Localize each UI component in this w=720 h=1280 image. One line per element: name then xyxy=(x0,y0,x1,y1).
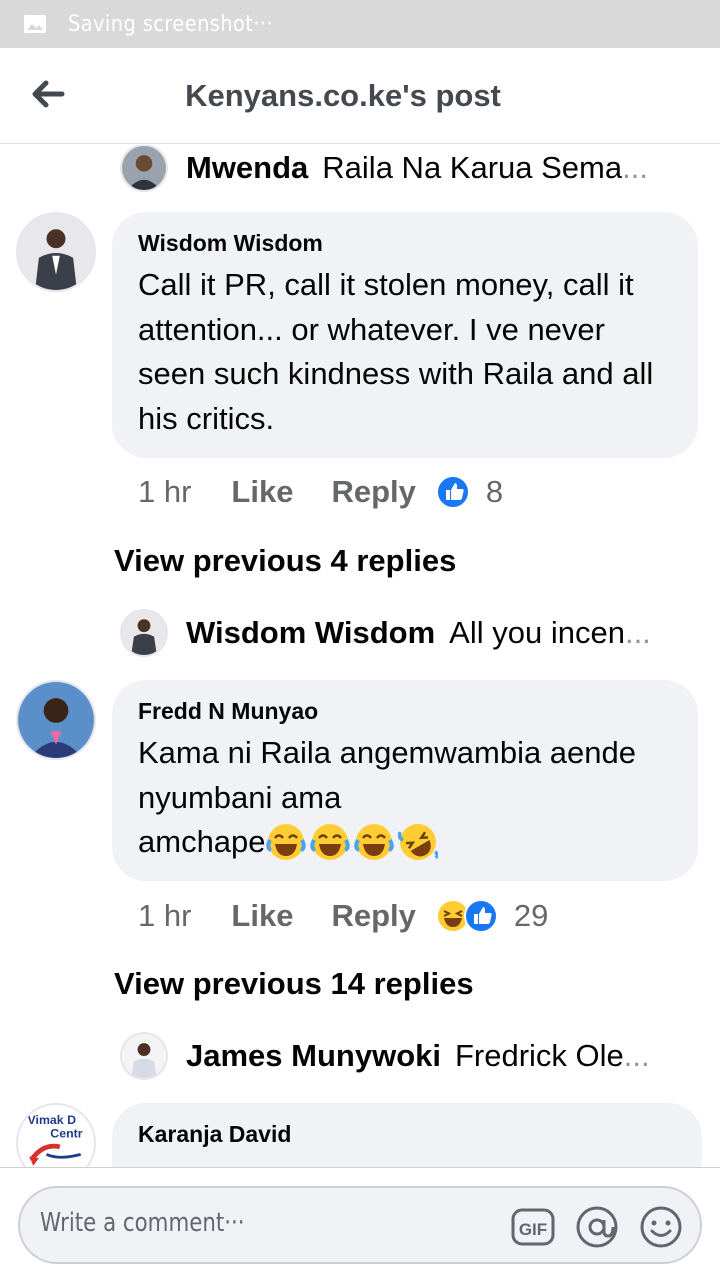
collapsed-reply[interactable]: Wisdom Wisdom All you incen... xyxy=(120,608,680,658)
collapsed-reply[interactable]: James Munywoki Fredrick Ole... xyxy=(120,1031,680,1081)
status-text: Saving screenshot··· xyxy=(68,11,274,37)
comment-time: 1 hr xyxy=(138,898,192,933)
reply-author-name[interactable]: James Munywoki xyxy=(186,1038,441,1074)
comment-actions: 1 hr Like Reply 29 xyxy=(138,891,548,941)
like-button[interactable]: Like xyxy=(231,898,293,934)
tears-of-joy-icon xyxy=(309,824,350,860)
app-header: Kenyans.co.ke's post xyxy=(0,48,720,144)
comment-placeholder: Write a comment··· xyxy=(40,1208,245,1238)
reaction-count: 8 xyxy=(485,474,504,509)
comment-author-name[interactable]: Karanja David xyxy=(138,1121,676,1148)
comment-text: Call it PR, call it stolen money, call i… xyxy=(138,267,654,436)
comment-text: Kama ni Raila angemwambia aende nyumbani… xyxy=(138,731,672,865)
image-icon xyxy=(24,15,46,33)
mention-icon[interactable] xyxy=(574,1204,620,1250)
svg-text:Centr: Centr xyxy=(50,1126,82,1140)
rolling-laughing-icon xyxy=(397,824,438,860)
svg-text:Vimak D: Vimak D xyxy=(28,1113,77,1127)
avatar[interactable] xyxy=(16,680,96,760)
reply-preview-text: All you incen... xyxy=(449,615,651,650)
view-previous-replies-button[interactable]: View previous 14 replies xyxy=(114,966,474,1002)
reply-button[interactable]: Reply xyxy=(331,474,415,510)
avatar[interactable] xyxy=(120,609,168,657)
like-icon xyxy=(435,475,470,509)
comment-composer: Write a comment··· GIF xyxy=(0,1167,720,1280)
comment-actions: 1 hr Like Reply 8 xyxy=(138,467,503,517)
reply-preview-text: Fredrick Ole... xyxy=(454,1038,650,1073)
svg-text:GIF: GIF xyxy=(519,1220,547,1239)
collapsed-reply[interactable]: Mwenda Raila Na Karua Sema... xyxy=(120,145,680,193)
tears-of-joy-icon xyxy=(353,824,394,860)
reply-author-name[interactable]: Mwenda xyxy=(186,150,308,186)
reaction-summary[interactable]: 29 xyxy=(435,898,549,934)
avatar[interactable] xyxy=(120,145,168,192)
avatar[interactable]: Vimak D Centr xyxy=(16,1103,96,1167)
comment-feed[interactable]: Mwenda Raila Na Karua Sema... Wisdom Wis… xyxy=(0,145,720,1167)
reply-button[interactable]: Reply xyxy=(331,898,415,934)
status-bar: Saving screenshot··· xyxy=(0,0,720,48)
avatar[interactable] xyxy=(16,212,96,292)
like-icon xyxy=(463,899,498,933)
reply-preview-text: Raila Na Karua Sema... xyxy=(322,150,648,185)
comment-bubble[interactable]: Karanja David xyxy=(112,1103,702,1167)
like-button[interactable]: Like xyxy=(231,474,293,510)
avatar[interactable] xyxy=(120,1032,168,1080)
comment-author-name[interactable]: Fredd N Munyao xyxy=(138,698,672,725)
emoji-icon[interactable] xyxy=(638,1204,684,1250)
tears-of-joy-icon xyxy=(265,824,306,860)
comment-bubble[interactable]: Wisdom Wisdom Call it PR, call it stolen… xyxy=(112,212,698,458)
comment-input[interactable]: Write a comment··· GIF xyxy=(18,1186,702,1264)
reaction-count: 29 xyxy=(513,898,549,933)
comment-author-name[interactable]: Wisdom Wisdom xyxy=(138,230,672,257)
reply-author-name[interactable]: Wisdom Wisdom xyxy=(186,615,435,651)
reaction-summary[interactable]: 8 xyxy=(435,474,504,510)
gif-icon[interactable]: GIF xyxy=(510,1204,556,1250)
view-previous-replies-button[interactable]: View previous 4 replies xyxy=(114,543,456,579)
comment-bubble[interactable]: Fredd N Munyao Kama ni Raila angemwambia… xyxy=(112,680,698,881)
page-title: Kenyans.co.ke's post xyxy=(185,78,501,113)
comment-time: 1 hr xyxy=(138,474,192,509)
